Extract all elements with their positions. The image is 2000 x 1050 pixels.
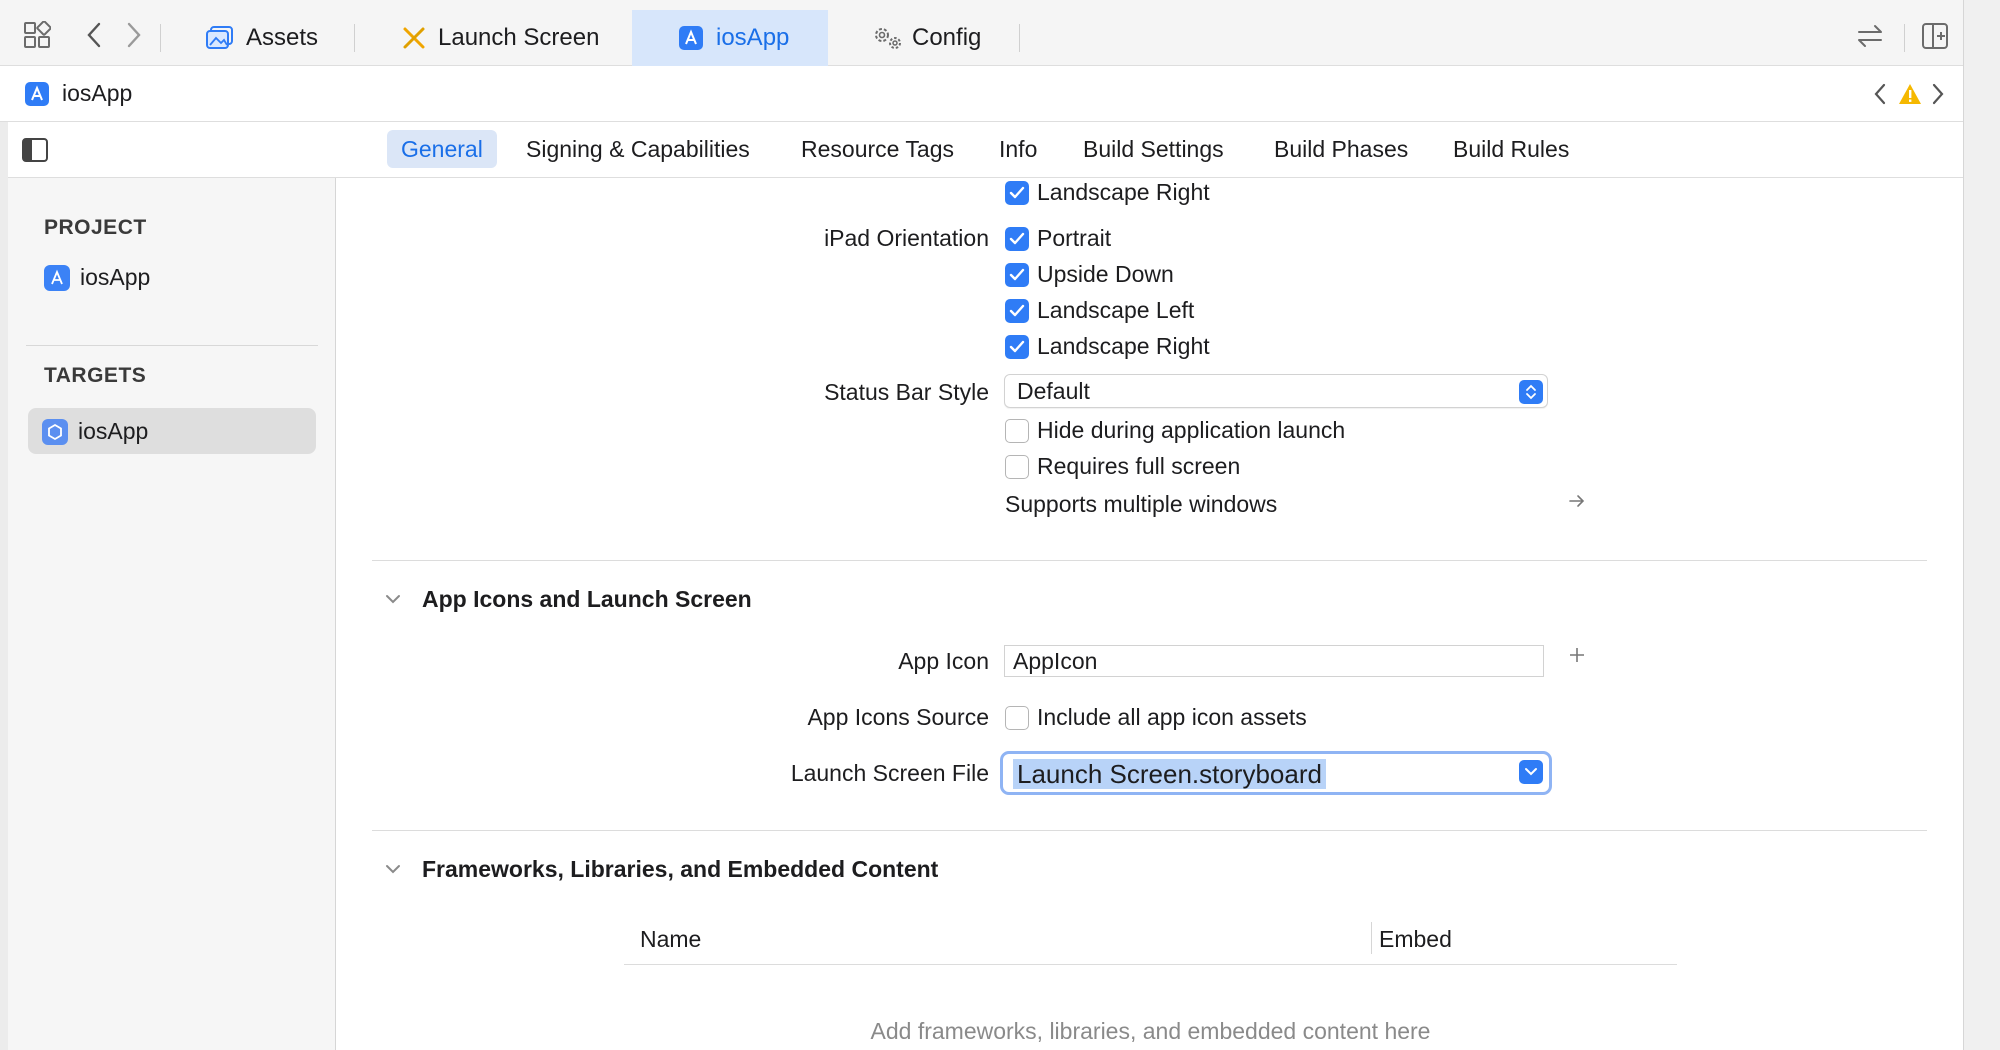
sidebar-item-target-selected[interactable]: iosApp: [28, 408, 316, 454]
tab-label: iosApp: [716, 24, 790, 51]
frameworks-table: [624, 918, 1677, 919]
xcode-window: Assets Launch Screen iosApp Config iosAp…: [0, 0, 2000, 1050]
checkbox-label: Landscape Right: [1037, 179, 1210, 205]
disclosure-chevron-icon[interactable]: [384, 590, 402, 608]
checkbox-label: Include all app icon assets: [1037, 704, 1307, 730]
checkbox-label: Landscape Left: [1037, 297, 1195, 323]
include-all-icon-assets-checkbox[interactable]: [1005, 706, 1029, 730]
launch-screen-file-combobox[interactable]: Launch Screen.storyboard: [1000, 751, 1552, 795]
tab-label: Launch Screen: [438, 24, 600, 51]
add-editor-icon[interactable]: [1920, 22, 1950, 50]
column-header-name[interactable]: Name: [640, 926, 701, 953]
checkbox-label: Hide during application launch: [1037, 417, 1346, 443]
previous-issue-chevron-icon[interactable]: [1870, 80, 1890, 108]
ipad-orientation-label: iPad Orientation: [824, 225, 989, 251]
column-header-embed[interactable]: Embed: [1379, 926, 1452, 953]
app-target-icon: [42, 418, 68, 445]
up-down-stepper-icon: [1519, 380, 1543, 404]
next-issue-chevron-icon[interactable]: [1928, 80, 1948, 108]
editor-tab-bar: Assets Launch Screen iosApp Config: [0, 0, 1963, 66]
app-icon-label: App Icon: [898, 648, 989, 674]
tab-build-settings[interactable]: Build Settings: [1069, 130, 1238, 168]
tab-resource-tags[interactable]: Resource Tags: [787, 130, 968, 168]
jump-bar: iosApp: [0, 66, 1963, 122]
ipad-upside-down-checkbox[interactable]: [1005, 263, 1029, 287]
app-project-icon: [24, 81, 50, 107]
checkbox-label: Landscape Right: [1037, 333, 1210, 359]
app-icon-field[interactable]: AppIcon: [1004, 645, 1544, 677]
app-project-icon: [678, 25, 704, 51]
sidebar-divider: [26, 345, 318, 346]
sidebar-item-label: iosApp: [80, 264, 151, 290]
popup-value: Default: [1017, 377, 1090, 404]
section-divider: [372, 560, 1927, 561]
tab-signing-capabilities[interactable]: Signing & Capabilities: [512, 130, 764, 168]
supports-multiple-windows-label: Supports multiple windows: [1005, 491, 1278, 517]
combobox-selected-text: Launch Screen.storyboard: [1013, 759, 1326, 789]
tab-assets[interactable]: Assets: [196, 10, 352, 66]
tab-launch-screen[interactable]: Launch Screen: [392, 10, 632, 66]
section-title-app-icons: App Icons and Launch Screen: [422, 586, 752, 612]
config-gear-icon: [872, 25, 904, 51]
launch-screen-file-label: Launch Screen File: [790, 760, 989, 786]
status-bar-style-popup[interactable]: Default: [1004, 374, 1548, 408]
assets-icon: [206, 26, 234, 50]
tab-label: Assets: [246, 24, 319, 51]
section-divider: [372, 830, 1927, 831]
project-target-sidebar: PROJECT iosApp TARGETS iosApp: [8, 178, 336, 1050]
ipad-landscape-right-checkbox[interactable]: [1005, 335, 1029, 359]
targets-header: TARGETS: [44, 364, 147, 387]
right-window-edge: [1963, 0, 2000, 1050]
checkbox-label: Upside Down: [1037, 261, 1174, 287]
tab-info[interactable]: Info: [985, 130, 1051, 168]
back-chevron-icon[interactable]: [82, 20, 106, 50]
tab-build-phases[interactable]: Build Phases: [1260, 130, 1422, 168]
warning-icon[interactable]: [1896, 80, 1924, 108]
forward-chevron-icon[interactable]: [122, 20, 146, 50]
ipad-landscape-left-checkbox[interactable]: [1005, 299, 1029, 323]
chevron-down-icon: [1519, 760, 1543, 784]
add-plus-icon[interactable]: [1568, 646, 1592, 670]
checkbox-label: Requires full screen: [1037, 453, 1241, 479]
sidebar-toggle-icon[interactable]: [20, 136, 50, 164]
table-header-divider: [624, 964, 1677, 965]
tab-general[interactable]: General: [387, 130, 497, 168]
app-project-icon: [44, 264, 70, 291]
requires-full-screen-checkbox[interactable]: [1005, 455, 1029, 479]
iphone-landscape-right-checkbox[interactable]: [1005, 181, 1029, 205]
app-icons-source-label: App Icons Source: [807, 704, 989, 730]
tab-build-rules[interactable]: Build Rules: [1439, 130, 1583, 168]
related-items-grid-icon[interactable]: [22, 20, 52, 50]
tab-label: Config: [912, 24, 982, 51]
general-settings-content: Landscape Right iPad Orientation Portrai…: [336, 178, 1963, 1050]
status-bar-style-label: Status Bar Style: [824, 379, 989, 405]
column-separator: [1371, 922, 1372, 954]
navigate-arrow-icon[interactable]: [1568, 492, 1592, 516]
section-title-frameworks: Frameworks, Libraries, and Embedded Cont…: [422, 856, 939, 882]
checkbox-label: Portrait: [1037, 225, 1112, 251]
tab-config[interactable]: Config: [862, 10, 1020, 66]
project-header: PROJECT: [44, 216, 147, 239]
breadcrumb-label: iosApp: [62, 80, 133, 106]
swap-arrows-icon[interactable]: [1854, 22, 1886, 50]
left-window-edge: [0, 122, 8, 1050]
tab-iosapp[interactable]: iosApp: [632, 10, 828, 66]
editor-section-bar: General Signing & Capabilities Resource …: [0, 122, 1963, 178]
disclosure-chevron-icon[interactable]: [384, 860, 402, 878]
sidebar-item-label: iosApp: [78, 418, 149, 444]
frameworks-empty-placeholder: Add frameworks, libraries, and embedded …: [870, 1018, 1431, 1044]
ipad-portrait-checkbox[interactable]: [1005, 227, 1029, 251]
hide-during-launch-checkbox[interactable]: [1005, 419, 1029, 443]
breadcrumb[interactable]: iosApp: [24, 80, 132, 107]
storyboard-icon: [402, 26, 426, 50]
sidebar-item-project[interactable]: iosApp: [44, 264, 150, 291]
